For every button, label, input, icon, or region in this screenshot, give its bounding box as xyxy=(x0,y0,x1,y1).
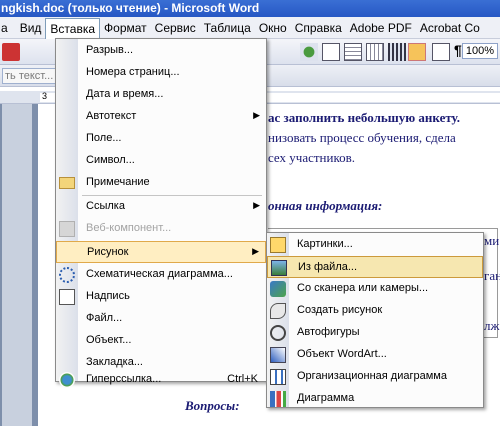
menu-tools[interactable]: Сервис xyxy=(151,18,200,38)
chart-icon xyxy=(270,391,286,407)
menu-table[interactable]: Таблица xyxy=(200,18,255,38)
columns-icon[interactable] xyxy=(388,43,406,61)
submenu-arrow-icon: ▶ xyxy=(252,246,259,256)
doc-heading: онная информация: xyxy=(268,198,383,213)
menu-bar: а Вид Вставка Формат Сервис Таблица Окно… xyxy=(0,17,500,40)
doc-line-3: сех участников. xyxy=(268,150,355,165)
menu-adobe-pdf[interactable]: Adobe PDF xyxy=(346,18,416,38)
menu-item-date-time[interactable]: Дата и время... xyxy=(56,84,266,106)
submenu-item-chart[interactable]: Диаграмма xyxy=(267,388,483,410)
save-icon[interactable] xyxy=(2,43,20,61)
menu-item-reference[interactable]: Ссылка ▶ xyxy=(56,196,266,218)
menu-item-object[interactable]: Объект... xyxy=(56,330,266,352)
doc-line-1: ас заполнить небольшую анкету. xyxy=(268,110,461,125)
menu-item-diagram[interactable]: Схематическая диаграмма... xyxy=(56,264,266,286)
window-title-bar: ngkish.doc (только чтение) - Microsoft W… xyxy=(0,0,500,17)
new-drawing-icon xyxy=(270,303,286,319)
document-map-icon[interactable] xyxy=(432,43,450,61)
doc-table-cell-3: лж xyxy=(484,318,500,333)
menu-acrobat[interactable]: Acrobat Co xyxy=(416,18,484,38)
ruler-mark: 3 xyxy=(42,91,48,101)
submenu-item-org-chart[interactable]: Организационная диаграмма xyxy=(267,366,483,388)
insert-menu: Разрыв... Номера страниц... Дата и время… xyxy=(55,38,267,388)
clipart-icon xyxy=(270,237,286,253)
window-title: ngkish.doc (только чтение) - Microsoft W… xyxy=(1,1,260,15)
menu-window[interactable]: Окно xyxy=(255,18,291,38)
org-chart-icon xyxy=(270,369,286,385)
menu-help[interactable]: Справка xyxy=(291,18,346,38)
submenu-arrow-icon: ▶ xyxy=(253,110,260,120)
menu-item-textbox[interactable]: Надпись xyxy=(56,286,266,308)
menu-item-autotext[interactable]: Автотекст ▶ xyxy=(56,106,266,128)
comment-icon xyxy=(59,177,75,189)
menu-item-web-component: Веб-компонент... xyxy=(56,218,266,240)
web-component-icon xyxy=(59,221,75,237)
from-file-icon xyxy=(271,260,287,276)
doc-table-cell-1: ми xyxy=(484,233,500,248)
menu-item-page-numbers[interactable]: Номера страниц... xyxy=(56,62,266,84)
menu-insert[interactable]: Вставка xyxy=(45,17,101,40)
hyperlink-shortcut: Ctrl+K xyxy=(227,373,258,385)
insert-table-icon[interactable] xyxy=(344,43,362,61)
menu-item-comment[interactable]: Примечание xyxy=(56,172,266,194)
menu-view[interactable]: Вид xyxy=(16,18,46,38)
menu-item-break[interactable]: Разрыв... xyxy=(56,40,266,62)
submenu-item-scanner[interactable]: Со сканера или камеры... xyxy=(267,278,483,300)
submenu-item-wordart[interactable]: Объект WordArt... xyxy=(267,344,483,366)
submenu-item-new-drawing[interactable]: Создать рисунок xyxy=(267,300,483,322)
hyperlink-icon xyxy=(59,372,75,388)
autoshapes-icon xyxy=(270,325,286,341)
textbox-icon xyxy=(59,289,75,305)
menu-file-partial[interactable]: а xyxy=(0,18,12,38)
menu-item-picture[interactable]: Рисунок ▶ xyxy=(56,241,266,263)
insert-excel-icon[interactable] xyxy=(366,43,384,61)
submenu-item-autoshapes[interactable]: Автофигуры xyxy=(267,322,483,344)
submenu-arrow-icon: ▶ xyxy=(253,200,260,210)
diagram-icon xyxy=(59,267,75,283)
menu-item-file[interactable]: Файл... xyxy=(56,308,266,330)
scanner-icon xyxy=(270,281,286,297)
doc-line-2: низовать процесс обучения, сдела xyxy=(268,130,456,145)
submenu-item-from-file[interactable]: Из файла... xyxy=(267,256,483,278)
tables-borders-icon[interactable] xyxy=(322,43,340,61)
menu-format[interactable]: Формат xyxy=(100,18,151,38)
style-box[interactable]: ть текст... xyxy=(2,68,56,84)
menu-item-field[interactable]: Поле... xyxy=(56,128,266,150)
menu-item-symbol[interactable]: Символ... xyxy=(56,150,266,172)
doc-table-cell-2: ган xyxy=(484,268,500,283)
hyperlink-toolbar-icon[interactable] xyxy=(300,43,318,61)
menu-item-hyperlink[interactable]: Гиперссылка... Ctrl+K xyxy=(56,369,266,391)
submenu-item-clipart[interactable]: Картинки... xyxy=(267,234,483,256)
zoom-box[interactable]: 100% xyxy=(461,43,498,59)
picture-submenu: Картинки... Из файла... Со сканера или к… xyxy=(266,232,484,408)
drawing-icon[interactable] xyxy=(408,43,426,61)
left-margin-strip xyxy=(0,104,38,426)
doc-questions: Вопросы: xyxy=(185,398,240,413)
show-formatting-icon[interactable]: ¶ xyxy=(454,42,462,58)
wordart-icon xyxy=(270,347,286,363)
